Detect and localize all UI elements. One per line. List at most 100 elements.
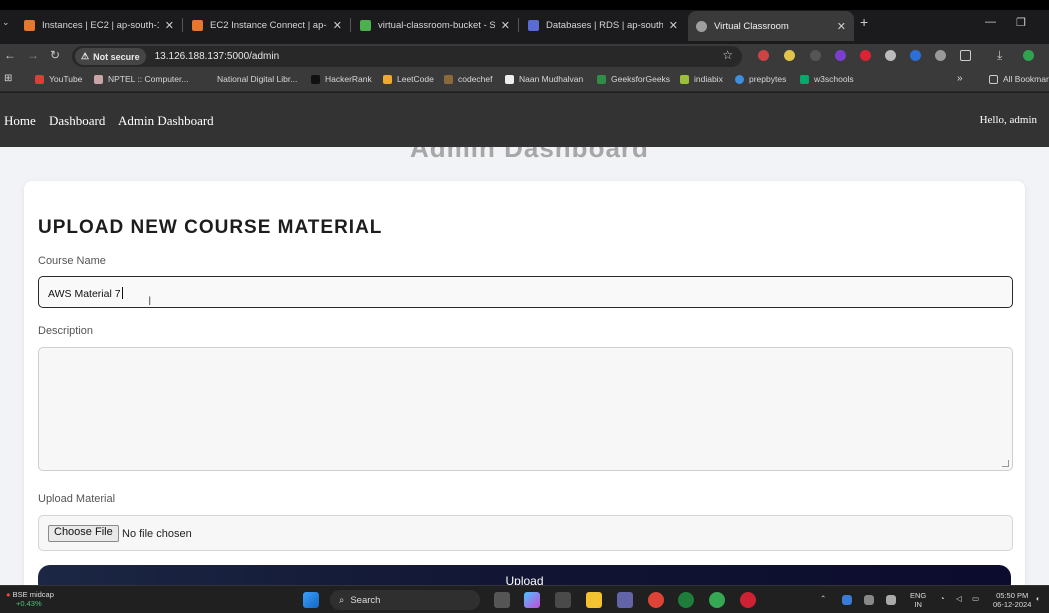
upwork-icon[interactable] xyxy=(678,592,694,608)
upload-button[interactable]: Upload xyxy=(38,565,1011,585)
url-text[interactable]: 13.126.188.137:5000/admin xyxy=(155,51,280,62)
file-input[interactable]: Choose File No file chosen xyxy=(38,515,1013,551)
bookmark-leetcode[interactable]: LeetCode xyxy=(383,74,434,84)
tab-ec2-instances[interactable]: Instances | EC2 | ap-south-1 ✕ xyxy=(16,12,182,38)
gfg-icon xyxy=(597,74,606,84)
tray-overflow-icon[interactable]: ⌃ xyxy=(820,594,826,603)
file-explorer-icon[interactable] xyxy=(586,592,602,608)
upload-form-card: UPLOAD NEW COURSE MATERIAL Course Name A… xyxy=(24,181,1025,585)
tab-separator xyxy=(518,18,519,32)
extension-icon[interactable] xyxy=(835,50,846,61)
tab-s3-bucket[interactable]: virtual-classroom-bucket - S3 bucket ✕ xyxy=(352,12,518,38)
close-tab-icon[interactable]: ✕ xyxy=(165,19,174,32)
tray-app-icon[interactable] xyxy=(842,595,852,605)
bookmark-ndl[interactable]: National Digital Libr... xyxy=(203,74,297,84)
w3schools-icon xyxy=(800,74,809,84)
nav-home-link[interactable]: Home xyxy=(4,113,36,129)
chrome-active-icon[interactable] xyxy=(709,592,725,608)
back-arrow-icon[interactable]: ← xyxy=(4,48,16,62)
task-view-icon[interactable] xyxy=(494,592,510,608)
tray-app-icon[interactable] xyxy=(864,595,874,605)
reload-icon[interactable]: ↻ xyxy=(50,48,60,62)
tray-app-icon[interactable] xyxy=(886,595,896,605)
extension-icon[interactable] xyxy=(885,50,896,61)
new-tab-button[interactable]: + xyxy=(860,14,868,30)
extension-icon[interactable] xyxy=(758,50,769,61)
stock-widget[interactable]: ● BSE midcap +0.43% xyxy=(6,590,54,608)
stock-alert-icon: ● xyxy=(6,590,11,599)
bookmark-codechef[interactable]: codechef xyxy=(444,74,493,84)
taskbar-search[interactable]: ⌕ Search xyxy=(330,590,480,610)
tab-rds-databases[interactable]: Databases | RDS | ap-south-1 ✕ xyxy=(520,12,686,38)
extension-icon[interactable] xyxy=(860,50,871,61)
close-tab-icon[interactable]: ✕ xyxy=(669,19,678,32)
language-indicator[interactable]: ENG IN xyxy=(910,591,926,609)
bookmark-nptel[interactable]: NPTEL :: Computer... xyxy=(94,74,188,84)
bookmarks-bar: ⊞ YouTube NPTEL :: Computer... National … xyxy=(0,68,1049,92)
naan-mudhalvan-icon xyxy=(505,74,514,84)
nptel-icon xyxy=(94,74,103,84)
search-icon: ⌕ xyxy=(339,594,345,606)
profile-avatar-icon[interactable] xyxy=(1023,50,1034,61)
security-chip[interactable]: ⚠ Not secure xyxy=(75,48,146,65)
bookmark-w3schools[interactable]: w3schools xyxy=(800,74,854,84)
bookmarks-overflow-icon[interactable]: » xyxy=(957,73,963,84)
close-tab-icon[interactable]: ✕ xyxy=(333,19,342,32)
extensions-puzzle-icon[interactable] xyxy=(960,50,971,61)
store-icon[interactable] xyxy=(555,592,571,608)
extension-icon[interactable] xyxy=(935,50,946,61)
course-name-input[interactable]: AWS Material 7 xyxy=(38,276,1013,308)
file-status-text: No file chosen xyxy=(122,528,192,540)
wifi-icon[interactable]: ◔ xyxy=(940,594,945,603)
tabstrip-top-bar xyxy=(0,0,1049,10)
choose-file-button[interactable]: Choose File xyxy=(48,525,119,542)
bookmark-geeksforgeeks[interactable]: GeeksforGeeks xyxy=(597,74,670,84)
bookmark-star-icon[interactable]: ☆ xyxy=(722,48,733,62)
bookmark-youtube[interactable]: YouTube xyxy=(35,74,82,84)
resize-grip-icon[interactable] xyxy=(1002,460,1009,467)
globe-favicon-icon xyxy=(696,20,707,32)
download-icon[interactable]: ⤓ xyxy=(997,48,1002,63)
tab-separator xyxy=(350,18,351,32)
indiabix-icon xyxy=(680,74,689,84)
form-title: UPLOAD NEW COURSE MATERIAL xyxy=(38,217,383,238)
windows-start-icon[interactable] xyxy=(303,592,319,608)
restore-window-icon[interactable]: ❐ xyxy=(1016,16,1026,29)
description-textarea[interactable] xyxy=(38,347,1013,471)
tab-separator xyxy=(182,18,183,32)
bookmark-prepbytes[interactable]: prepbytes xyxy=(735,74,786,84)
notifications-icon[interactable]: ◐ xyxy=(1036,594,1041,603)
tab-search-icon[interactable]: ⌄ xyxy=(2,17,10,28)
site-navbar: Home Dashboard Admin Dashboard Hello, ad… xyxy=(0,93,1049,147)
teams-icon[interactable] xyxy=(617,592,633,608)
close-tab-icon[interactable]: ✕ xyxy=(501,19,510,32)
s3-favicon-icon xyxy=(360,19,371,31)
forward-arrow-icon[interactable]: → xyxy=(27,48,39,62)
description-label: Description xyxy=(38,325,94,337)
copilot-icon[interactable] xyxy=(524,592,540,608)
bookmark-naan-mudhalvan[interactable]: Naan Mudhalvan xyxy=(505,74,583,84)
minimize-window-icon[interactable]: — xyxy=(985,16,996,28)
aws-favicon-icon xyxy=(192,19,203,31)
hackerrank-icon xyxy=(311,74,320,84)
extension-icon[interactable] xyxy=(810,50,821,61)
address-bar[interactable]: ⚠ Not secure 13.126.188.137:5000/admin ☆ xyxy=(72,46,742,67)
windows-taskbar: ● BSE midcap +0.43% ⌕ Search ⌃ ENG IN ◔ … xyxy=(0,585,1049,613)
apps-grid-icon[interactable]: ⊞ xyxy=(4,73,12,84)
all-bookmarks-folder[interactable]: All Bookmarks xyxy=(989,74,1049,84)
tab-ec2-instance-connect[interactable]: EC2 Instance Connect | ap-south-1 ✕ xyxy=(184,12,350,38)
chrome-icon[interactable] xyxy=(648,592,664,608)
clock[interactable]: 05:50 PM 06-12-2024 xyxy=(993,591,1031,609)
volume-icon[interactable]: ◁ xyxy=(956,594,962,603)
bookmark-hackerrank[interactable]: HackerRank xyxy=(311,74,372,84)
nav-admin-dashboard-link[interactable]: Admin Dashboard xyxy=(118,113,214,129)
nav-dashboard-link[interactable]: Dashboard xyxy=(49,113,105,129)
extension-icon[interactable] xyxy=(910,50,921,61)
tab-virtual-classroom[interactable]: Virtual Classroom ✕ xyxy=(688,11,854,41)
close-tab-icon[interactable]: ✕ xyxy=(837,20,846,33)
recorder-icon[interactable] xyxy=(740,592,756,608)
battery-icon[interactable]: ▭ xyxy=(972,594,979,603)
extension-icon[interactable] xyxy=(784,50,795,61)
user-greeting: Hello, admin xyxy=(979,114,1037,126)
bookmark-indiabix[interactable]: indiabix xyxy=(680,74,723,84)
